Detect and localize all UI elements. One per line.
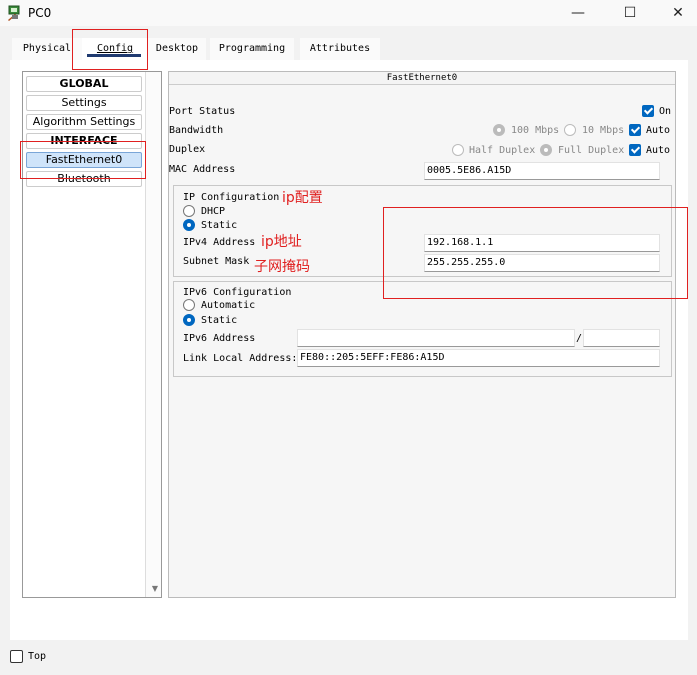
bandwidth-label: Bandwidth — [169, 125, 224, 136]
ipv6-address-field[interactable] — [297, 329, 575, 347]
ipv4-dhcp-radio[interactable] — [183, 205, 195, 217]
duplex-full-label: Full Duplex — [558, 145, 625, 156]
maximize-button[interactable]: ☐ — [607, 0, 653, 26]
link-local-label: Link Local Address: — [183, 353, 298, 364]
link-local-field[interactable]: FE80::205:5EFF:FE86:A15D — [297, 349, 660, 367]
tab-programming[interactable]: Programming — [210, 38, 294, 60]
duplex-full-radio[interactable] — [540, 144, 552, 156]
ipv4-config-title: IP Configuration — [183, 192, 280, 203]
ipv6-automatic-radio[interactable] — [183, 299, 195, 311]
config-tab-highlight-box — [72, 29, 148, 70]
sidebar-item-algorithm-settings[interactable]: Algorithm Settings — [26, 114, 142, 130]
pc-app-icon — [8, 5, 20, 21]
mac-address-field[interactable]: 0005.5E86.A15D — [424, 162, 660, 180]
bandwidth-auto-label: Auto — [646, 125, 671, 136]
top-label: Top — [28, 651, 47, 662]
top-checkbox[interactable] — [10, 650, 23, 663]
sidebar-header-global: GLOBAL — [26, 76, 142, 92]
title-bar: PC0 — ☐ ✕ — [0, 0, 697, 26]
duplex-auto-checkbox[interactable] — [629, 144, 641, 156]
bandwidth-10-radio[interactable] — [564, 124, 576, 136]
annotation-ip-config: ip配置 — [282, 190, 323, 206]
minimize-button[interactable]: — — [555, 0, 601, 26]
port-status-on-checkbox[interactable] — [642, 105, 654, 117]
interface-title: FastEthernet0 — [169, 72, 675, 85]
minimize-icon: — — [571, 5, 585, 21]
ipv6-prefix-slash: / — [576, 333, 583, 344]
ipv6-automatic-label: Automatic — [201, 300, 256, 311]
ipv6-static-label: Static — [201, 315, 238, 326]
window-title: PC0 — [28, 6, 52, 20]
sidebar-scrollbar[interactable]: ▼ — [145, 72, 161, 597]
port-status-on-label: On — [659, 106, 672, 117]
duplex-auto-label: Auto — [646, 145, 671, 156]
bandwidth-10-label: 10 Mbps — [582, 125, 625, 136]
duplex-half-radio[interactable] — [452, 144, 464, 156]
bandwidth-100-label: 100 Mbps — [511, 125, 560, 136]
annotation-ip-address: ip地址 — [261, 234, 302, 250]
close-button[interactable]: ✕ — [655, 0, 697, 26]
subnet-mask-label: Subnet Mask — [183, 256, 250, 267]
ipv4-static-radio[interactable] — [183, 219, 195, 231]
bandwidth-100-radio[interactable] — [493, 124, 505, 136]
duplex-half-label: Half Duplex — [469, 145, 536, 156]
ipv4-static-label: Static — [201, 220, 238, 231]
bandwidth-auto-checkbox[interactable] — [629, 124, 641, 136]
maximize-icon: ☐ — [623, 5, 637, 21]
ip-fields-highlight-box — [383, 207, 688, 299]
ipv6-config-title: IPv6 Configuration — [183, 287, 292, 298]
tab-attributes[interactable]: Attributes — [300, 38, 380, 60]
close-icon: ✕ — [672, 5, 684, 21]
fastethernet-highlight-box — [20, 141, 146, 179]
sidebar-item-settings[interactable]: Settings — [26, 95, 142, 111]
duplex-label: Duplex — [169, 144, 206, 155]
ipv4-address-label: IPv4 Address — [183, 237, 256, 248]
ipv4-dhcp-label: DHCP — [201, 206, 226, 217]
mac-address-label: MAC Address — [169, 164, 236, 175]
tab-desktop[interactable]: Desktop — [148, 38, 206, 60]
ipv6-prefix-field[interactable] — [583, 329, 660, 347]
port-status-label: Port Status — [169, 106, 236, 117]
ipv6-static-radio[interactable] — [183, 314, 195, 326]
ipv6-address-label: IPv6 Address — [183, 333, 256, 344]
annotation-subnet-mask: 子网掩码 — [254, 259, 310, 275]
scroll-down-icon[interactable]: ▼ — [152, 584, 158, 593]
